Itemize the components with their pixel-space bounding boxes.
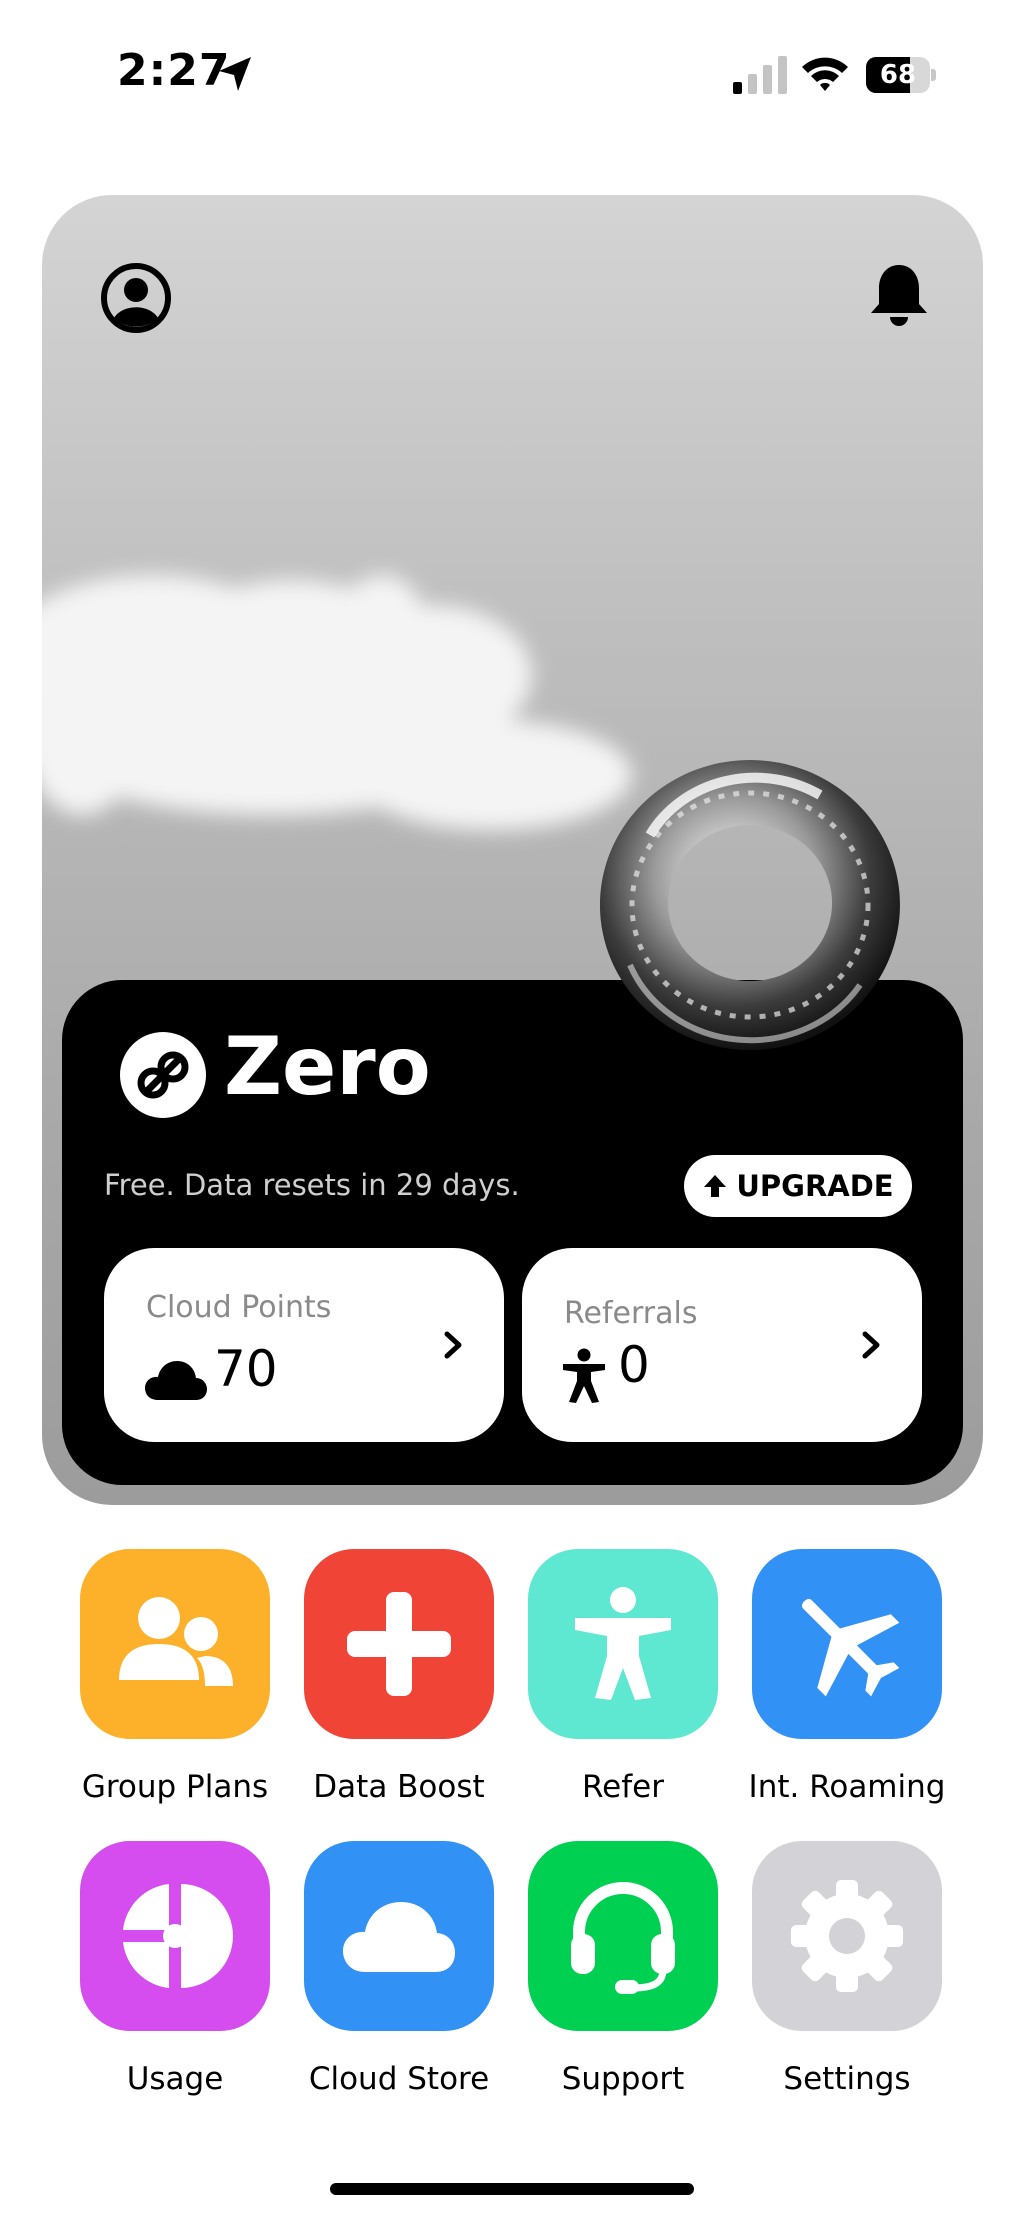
- plan-logo-icon: [120, 1032, 206, 1118]
- app-label: Settings: [783, 2061, 911, 2097]
- cloud-icon: [343, 1902, 455, 1972]
- upgrade-button[interactable]: UPGRADE: [684, 1155, 912, 1217]
- cloud-icon: [145, 1361, 207, 1400]
- hero-card: Zero Free. Data resets in 29 days. UPGRA…: [42, 195, 983, 1505]
- group-plans-tile: [80, 1549, 270, 1739]
- app-label: Refer: [582, 1769, 664, 1805]
- battery-level: 68: [879, 60, 917, 90]
- wifi-icon: [802, 57, 848, 91]
- upgrade-label: UPGRADE: [736, 1169, 894, 1203]
- cloud-store-tile: [304, 1841, 494, 2031]
- app-label: Support: [561, 2061, 685, 2097]
- home-indicator[interactable]: [330, 2183, 694, 2195]
- app-settings[interactable]: Settings: [752, 1841, 942, 2097]
- airplane-icon: [802, 1599, 900, 1697]
- person-icon: [563, 1348, 605, 1403]
- cloud-illustration: [42, 575, 632, 830]
- referrals-label: Referrals: [564, 1296, 698, 1331]
- plus-icon: [347, 1592, 451, 1696]
- status-bar: 2:27 68: [0, 0, 1024, 150]
- settings-tile: [752, 1841, 942, 2031]
- gear-icon: [791, 1880, 903, 1992]
- refer-tile: [528, 1549, 718, 1739]
- plan-name: Zero: [224, 1020, 431, 1113]
- chevron-right-icon: [444, 1331, 462, 1359]
- cloud-points-value: 70: [214, 1340, 278, 1398]
- bell-icon[interactable]: [868, 261, 930, 331]
- chevron-right-icon: [862, 1331, 880, 1359]
- app-usage[interactable]: Usage: [80, 1841, 270, 2097]
- arrow-up-icon: [704, 1175, 727, 1197]
- cloud-points-label: Cloud Points: [146, 1290, 332, 1325]
- app-label: Group Plans: [81, 1769, 269, 1805]
- referrals-value: 0: [618, 1336, 650, 1394]
- headset-icon: [571, 1882, 675, 1994]
- int-roaming-tile: [752, 1549, 942, 1739]
- cellular-signal-icon: [733, 56, 787, 94]
- referrals-card[interactable]: Referrals 0: [522, 1248, 922, 1442]
- plan-description: Free. Data resets in 29 days.: [104, 1168, 520, 1202]
- plan-panel: Zero Free. Data resets in 29 days. UPGRA…: [62, 980, 963, 1485]
- location-arrow-icon: [219, 57, 251, 91]
- app-label: Data Boost: [313, 1769, 485, 1805]
- pie-chart-icon: [123, 1884, 233, 1988]
- app-label: Cloud Store: [308, 2061, 490, 2097]
- person-icon: [575, 1587, 671, 1700]
- app-support[interactable]: Support: [528, 1841, 718, 2097]
- app-label: Int. Roaming: [748, 1769, 946, 1805]
- ring-illustration: [599, 760, 900, 1050]
- app-cloud-store[interactable]: Cloud Store: [304, 1841, 494, 2097]
- app-group-plans[interactable]: Group Plans: [80, 1549, 270, 1805]
- usage-tile: [80, 1841, 270, 2031]
- data-boost-tile: [304, 1549, 494, 1739]
- support-tile: [528, 1841, 718, 2031]
- battery-icon: 68: [866, 57, 936, 93]
- app-data-boost[interactable]: Data Boost: [304, 1549, 494, 1805]
- app-refer[interactable]: Refer: [528, 1549, 718, 1805]
- cloud-points-card[interactable]: Cloud Points 70: [104, 1248, 504, 1442]
- status-time: 2:27: [117, 45, 231, 96]
- app-int-roaming[interactable]: Int. Roaming: [749, 1549, 945, 1805]
- group-icon: [119, 1597, 233, 1686]
- app-label: Usage: [126, 2061, 224, 2097]
- profile-icon[interactable]: [100, 262, 172, 334]
